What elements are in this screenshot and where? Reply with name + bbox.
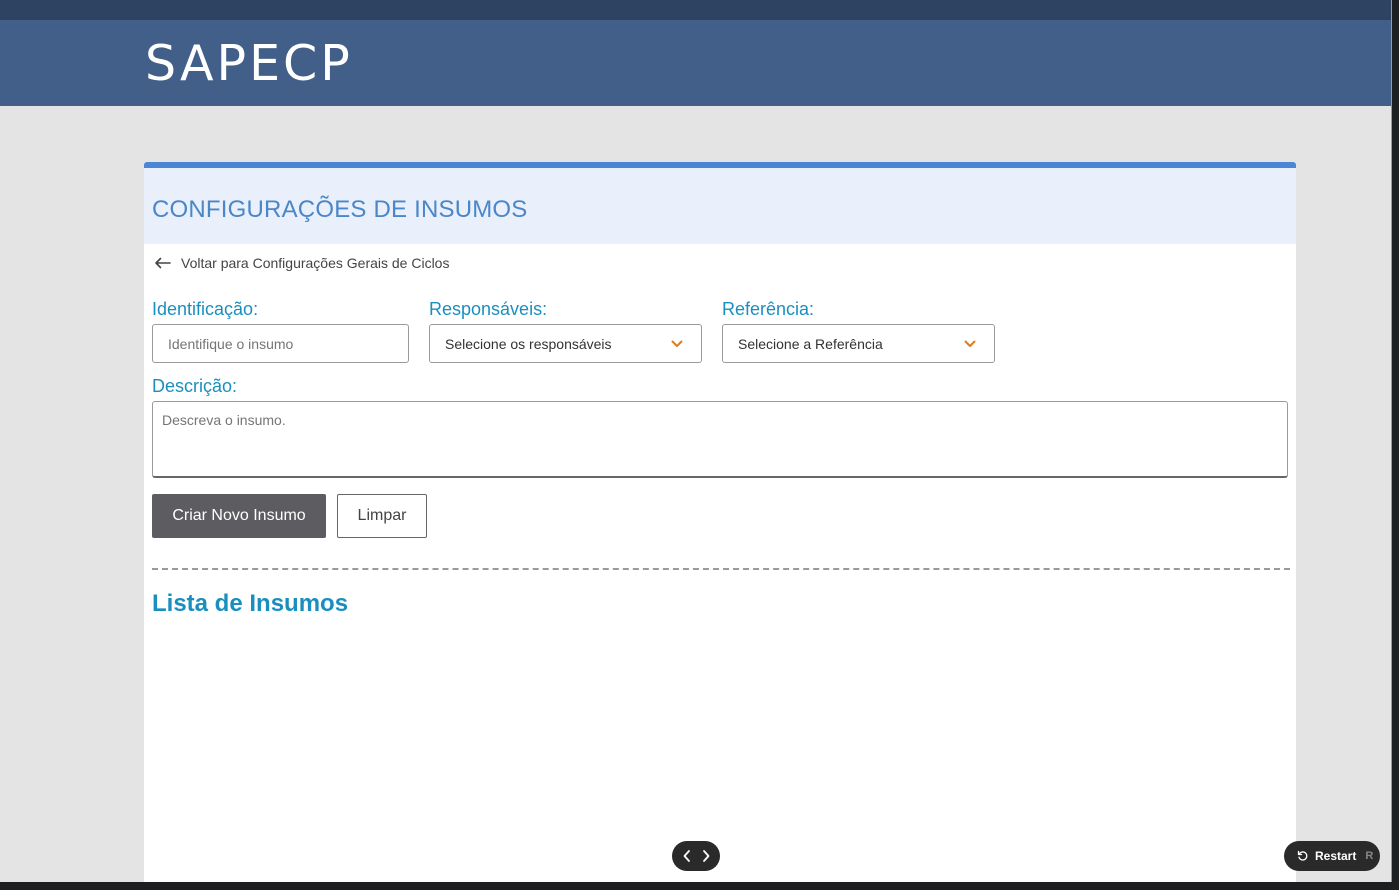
card-header: CONFIGURAÇÕES DE INSUMOS: [144, 168, 1296, 244]
page-title: CONFIGURAÇÕES DE INSUMOS: [152, 196, 528, 223]
referencia-label: Referência:: [722, 299, 815, 319]
top-strip: [0, 0, 1391, 20]
main-card: CONFIGURAÇÕES DE INSUMOS Voltar para Con…: [144, 162, 1296, 882]
referencia-select[interactable]: Selecione a Referência: [722, 324, 995, 363]
slide-nav: [672, 841, 720, 871]
app-header: SAPECP: [0, 20, 1391, 106]
chevron-left-icon[interactable]: [682, 849, 692, 863]
list-title: Lista de Insumos: [152, 590, 349, 617]
responsaveis-select[interactable]: Selecione os responsáveis: [429, 324, 702, 363]
chevron-right-icon[interactable]: [701, 849, 711, 863]
restart-button[interactable]: Restart R: [1284, 841, 1380, 871]
browser-viewport: SAPECP CONFIGURAÇÕES DE INSUMOS Voltar p…: [0, 0, 1392, 882]
create-insumo-button[interactable]: Criar Novo Insumo: [152, 494, 326, 538]
responsaveis-select-value: Selecione os responsáveis: [445, 335, 612, 352]
chevron-down-icon: [964, 340, 976, 347]
restart-shortcut-key: R: [1365, 850, 1374, 862]
restart-label: Restart: [1315, 849, 1357, 863]
descricao-label: Descrição:: [152, 376, 238, 396]
back-link-label: Voltar para Configurações Gerais de Cicl…: [181, 255, 450, 271]
app-logo: SAPECP: [145, 35, 353, 92]
identificacao-input[interactable]: [152, 324, 409, 363]
chevron-down-icon: [671, 340, 683, 347]
referencia-select-value: Selecione a Referência: [738, 335, 883, 352]
descricao-textarea[interactable]: [152, 401, 1288, 478]
back-link[interactable]: Voltar para Configurações Gerais de Cicl…: [154, 255, 449, 271]
identificacao-label: Identificação:: [152, 299, 259, 319]
restart-icon: [1297, 850, 1309, 862]
arrow-left-icon: [155, 257, 171, 269]
responsaveis-label: Responsáveis:: [429, 299, 548, 319]
section-divider: [152, 568, 1290, 570]
clear-button[interactable]: Limpar: [337, 494, 427, 538]
